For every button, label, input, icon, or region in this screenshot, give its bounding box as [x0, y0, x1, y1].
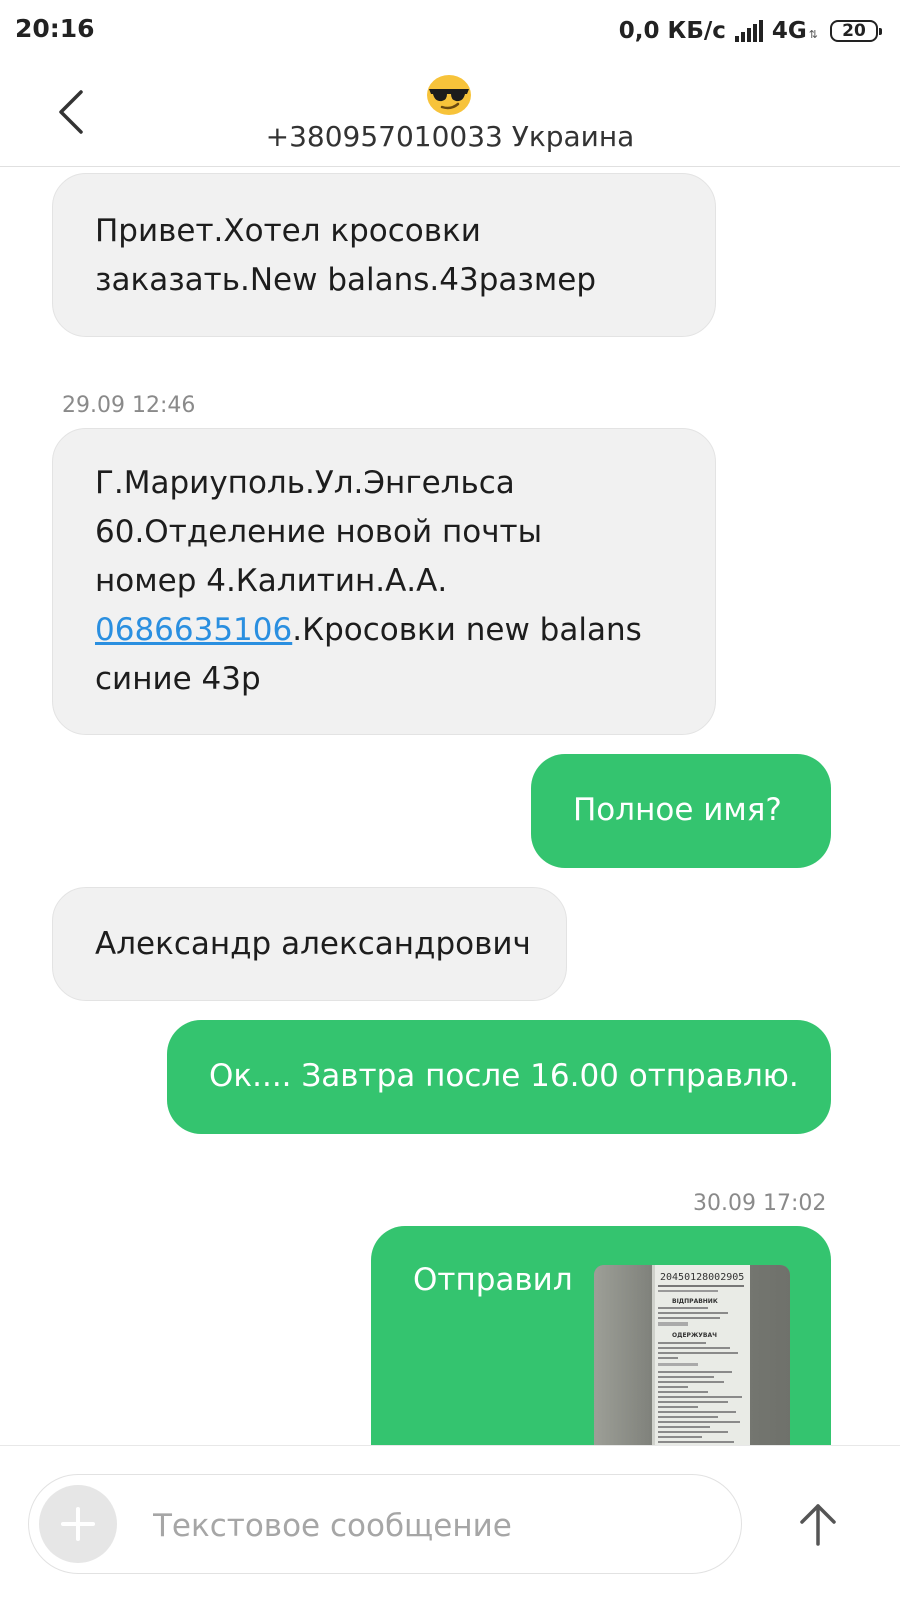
message-line: Привет.Хотел кросовки — [95, 213, 481, 249]
receipt-heading: ВІДПРАВНИК — [672, 1298, 718, 1305]
phone-number-link[interactable]: 0686635106 — [95, 612, 292, 648]
receipt-number: 20450128002905 — [660, 1272, 744, 1283]
message-line: 0686635106.Кросовки new balans — [95, 606, 715, 655]
message-line: Г.Мариуполь.Ул.Энгельса — [95, 465, 515, 501]
message-line: номер 4.Калитин.А.А. — [95, 563, 448, 599]
conversation-header: +380957010033 Украина — [0, 62, 900, 167]
plus-icon — [61, 1507, 95, 1541]
message-composer — [0, 1445, 900, 1601]
message-timestamp: 30.09 17:02 — [693, 1191, 827, 1216]
message-text: Александр александрович — [95, 926, 531, 962]
message-line: 60.Отделение новой почты — [95, 514, 543, 550]
message-text: Полное имя? — [573, 792, 782, 828]
network-type: 4G ⇅ — [772, 18, 818, 44]
receipt-heading-2: ОДЕРЖУВАЧ — [672, 1332, 717, 1339]
battery-icon: 20 — [830, 20, 882, 42]
arrow-up-icon — [800, 1504, 836, 1546]
message-text: Ок.... Завтра после 16.00 отправлю. — [209, 1058, 799, 1094]
add-attachment-button[interactable] — [39, 1485, 117, 1563]
message-bubble-incoming[interactable]: Г.Мариуполь.Ул.Энгельса 60.Отделение нов… — [52, 428, 716, 735]
battery-level: 20 — [842, 21, 866, 41]
message-text: .Кросовки new balans — [292, 612, 642, 648]
message-bubble-incoming[interactable]: Александр александрович — [52, 887, 567, 1001]
sunglasses-emoji-icon — [427, 75, 471, 115]
message-line: синие 43р — [95, 661, 261, 697]
contact-title: +380957010033 Украина — [265, 120, 635, 153]
shipping-receipt-photo: 20450128002905 ВІДПРАВНИК ОДЕРЖУВАЧ — [594, 1265, 790, 1445]
conversation-thread[interactable]: Привет.Хотел кросовки заказать.New balan… — [0, 167, 900, 1445]
composer-field — [28, 1474, 742, 1574]
message-input[interactable] — [151, 1497, 715, 1555]
send-button[interactable] — [792, 1498, 844, 1550]
message-bubble-outgoing[interactable]: Ок.... Завтра после 16.00 отправлю. — [167, 1020, 831, 1134]
network-type-label: 4G — [771, 18, 807, 44]
network-speed: 0,0 КБ/с — [618, 18, 726, 44]
status-time: 20:16 — [15, 14, 95, 43]
message-line: заказать.New balans.43размер — [95, 262, 597, 298]
message-timestamp: 29.09 12:46 — [62, 393, 196, 418]
status-bar: 20:16 0,0 КБ/с 4G ⇅ 20 — [0, 0, 900, 62]
message-bubble-incoming[interactable]: Привет.Хотел кросовки заказать.New balan… — [52, 173, 716, 337]
data-arrows-icon: ⇅ — [808, 28, 818, 41]
status-indicators: 0,0 КБ/с 4G ⇅ 20 — [618, 16, 882, 46]
message-bubble-outgoing[interactable]: Полное имя? — [531, 754, 831, 868]
image-attachment[interactable]: 20450128002905 ВІДПРАВНИК ОДЕРЖУВАЧ — [594, 1265, 790, 1445]
signal-bars-icon — [734, 20, 763, 42]
